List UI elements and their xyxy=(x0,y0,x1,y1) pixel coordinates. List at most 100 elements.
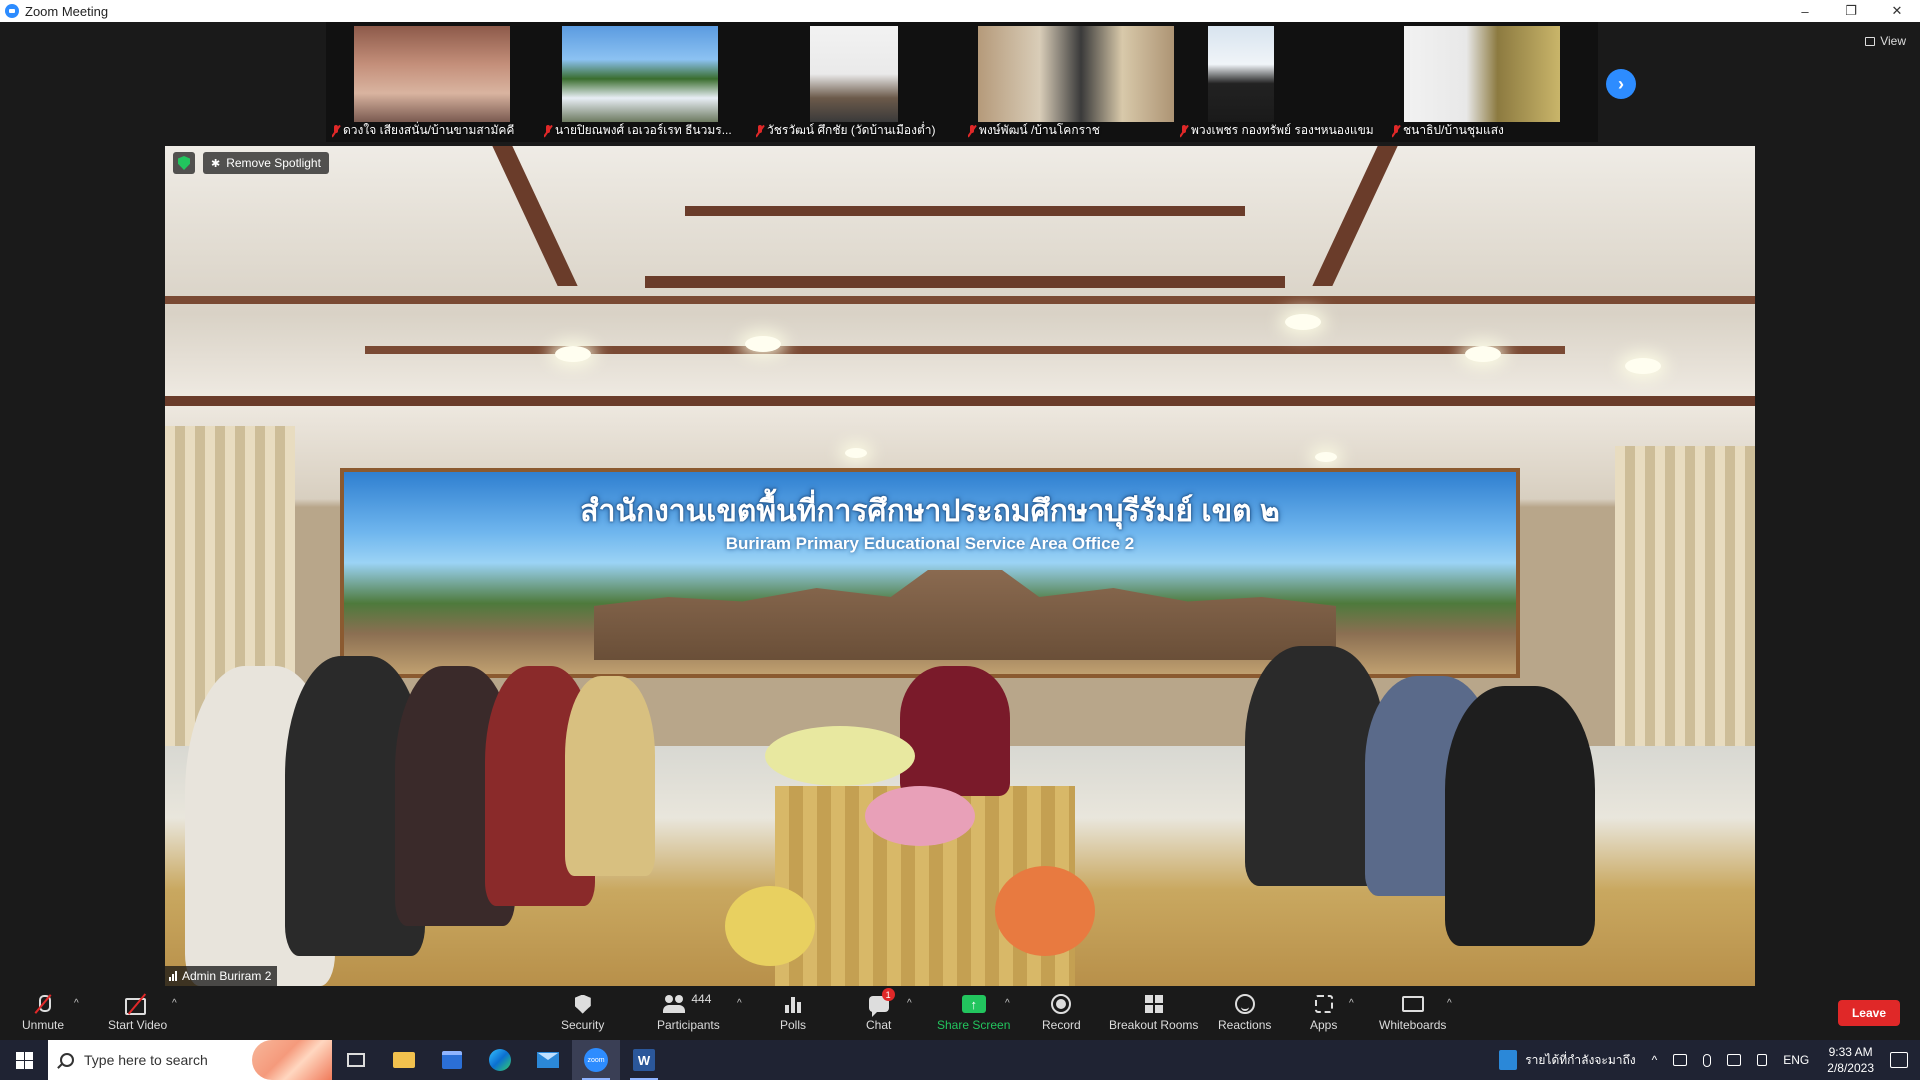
ceiling-beam xyxy=(685,206,1245,216)
mic-muted-icon xyxy=(756,124,764,137)
chat-button[interactable]: 1 Chat xyxy=(866,988,895,1032)
flower-arrangement xyxy=(865,786,975,846)
edge-browser-icon xyxy=(489,1049,511,1071)
zoom-icon: zoom xyxy=(584,1048,608,1072)
record-label: Record xyxy=(1042,1018,1081,1032)
participant-thumbnail[interactable]: พงษ์พัฒน์ /บ้านโคกราช xyxy=(962,22,1174,142)
participant-name: วัชรวัฒน์ ศึกชัย (วัดบ้านเมืองต่ำ) xyxy=(767,123,936,137)
whiteboards-button[interactable]: Whiteboards xyxy=(1379,992,1446,1032)
ceiling-light xyxy=(1465,346,1501,362)
video-options-caret[interactable]: ^ xyxy=(172,998,177,1009)
clock-date: 2/8/2023 xyxy=(1827,1061,1874,1075)
view-button[interactable]: View xyxy=(1865,34,1906,48)
whiteboards-label: Whiteboards xyxy=(1379,1018,1447,1032)
ceiling-beam xyxy=(165,296,1755,304)
mic-muted-icon xyxy=(332,124,340,137)
participants-button[interactable]: 444 Participants xyxy=(657,992,720,1032)
word-taskbar-button[interactable]: W xyxy=(620,1040,668,1080)
participant-thumbnail[interactable]: ชนาธิป/บ้านชุมแสง xyxy=(1386,22,1598,142)
ceiling-light xyxy=(845,448,867,458)
apps-options-caret[interactable]: ^ xyxy=(1349,998,1354,1009)
mic-muted-icon xyxy=(33,994,53,1014)
leave-button[interactable]: Leave xyxy=(1837,1000,1900,1026)
unmute-label: Unmute xyxy=(22,1018,65,1032)
record-icon xyxy=(1051,994,1072,1014)
participant-name: ชนาธิป/บ้านชุมแสง xyxy=(1403,123,1504,137)
polls-button[interactable]: Polls xyxy=(780,992,806,1032)
chat-options-caret[interactable]: ^ xyxy=(907,998,912,1009)
reactions-label: Reactions xyxy=(1218,1018,1272,1032)
spotlight-video[interactable]: สำนักงานเขตพื้นที่การศึกษาประถมศึกษาบุรี… xyxy=(165,146,1755,986)
participant-thumbnail[interactable]: วัชรวัฒน์ ศึกชัย (วัดบ้านเมืองต่ำ) xyxy=(750,22,962,142)
mic-muted-icon xyxy=(968,124,976,137)
remove-spotlight-label: Remove Spotlight xyxy=(226,156,321,170)
attendee xyxy=(900,666,1010,796)
breakout-rooms-label: Breakout Rooms xyxy=(1109,1018,1199,1032)
mic-muted-icon xyxy=(1180,124,1188,137)
breakout-rooms-button[interactable]: Breakout Rooms xyxy=(1109,992,1198,1032)
mic-muted-icon xyxy=(1392,124,1400,137)
record-button[interactable]: Record xyxy=(1042,992,1081,1032)
participant-thumbnail[interactable]: พวงเพชร กองทรัพย์ รองฯหนองแขม xyxy=(1174,22,1386,142)
task-view-icon xyxy=(347,1053,365,1067)
volume-muted-icon xyxy=(1757,1054,1768,1066)
reactions-button[interactable]: Reactions xyxy=(1218,992,1271,1032)
unmute-button[interactable]: Unmute xyxy=(22,992,64,1032)
minimize-button[interactable]: – xyxy=(1782,0,1828,22)
whiteboards-options-caret[interactable]: ^ xyxy=(1447,998,1452,1009)
share-screen-label: Share Screen xyxy=(937,1018,1011,1032)
participants-icon xyxy=(663,995,687,1013)
news-icon xyxy=(1499,1050,1518,1070)
notifications-icon[interactable] xyxy=(1890,1052,1908,1068)
clock[interactable]: 9:33 AM 2/8/2023 xyxy=(1817,1044,1884,1076)
start-button[interactable] xyxy=(0,1040,48,1080)
network-button[interactable] xyxy=(1719,1040,1749,1080)
start-video-button[interactable]: Start Video xyxy=(108,992,167,1032)
participant-video xyxy=(562,26,718,122)
participant-video xyxy=(810,26,898,122)
participant-thumbnail[interactable]: ดวงใจ เสียงสนั่น/บ้านขามสามัคคี xyxy=(326,22,538,142)
taskbar-search[interactable]: Type here to search xyxy=(48,1040,332,1080)
encryption-badge[interactable] xyxy=(173,152,195,174)
participant-video xyxy=(1208,26,1274,122)
participant-name: พวงเพชร กองทรัพย์ รองฯหนองแขม xyxy=(1191,123,1374,137)
participants-options-caret[interactable]: ^ xyxy=(737,998,742,1009)
folder-icon xyxy=(393,1052,415,1068)
participant-name: ดวงใจ เสียงสนั่น/บ้านขามสามัคคี xyxy=(343,123,515,137)
backdrop-banner: สำนักงานเขตพื้นที่การศึกษาประถมศึกษาบุรี… xyxy=(340,468,1520,678)
close-button[interactable]: ✕ xyxy=(1874,0,1920,22)
share-options-caret[interactable]: ^ xyxy=(1005,998,1010,1009)
ceiling-beam xyxy=(645,276,1285,288)
chat-unread-badge: 1 xyxy=(881,988,895,1001)
show-hidden-icons-button[interactable]: ^ xyxy=(1644,1040,1666,1080)
apps-button[interactable]: Apps xyxy=(1310,992,1337,1032)
volume-button[interactable] xyxy=(1749,1040,1775,1080)
meet-now-button[interactable] xyxy=(1665,1040,1695,1080)
restore-button[interactable]: ❐ xyxy=(1828,0,1874,22)
start-video-label: Start Video xyxy=(108,1018,168,1032)
participant-thumbnail[interactable]: นายปิยณพงศ์ เอเวอร์เรท ธีนวมร... xyxy=(538,22,750,142)
apps-label: Apps xyxy=(1310,1018,1338,1032)
remove-spotlight-button[interactable]: ✱ Remove Spotlight xyxy=(203,152,329,174)
share-screen-button[interactable]: ↑ Share Screen xyxy=(937,992,1010,1032)
microphone-tray-button[interactable] xyxy=(1695,1040,1719,1080)
zoom-taskbar-button[interactable]: zoom xyxy=(572,1040,620,1080)
participant-video xyxy=(354,26,510,122)
camera-off-icon xyxy=(124,995,151,1015)
windows-taskbar: Type here to search zoom W รายได้ที่กำลั… xyxy=(0,1040,1920,1080)
security-button[interactable]: Security xyxy=(561,992,604,1032)
news-widget[interactable]: รายได้ที่กำลังจะมาถึง xyxy=(1491,1040,1643,1080)
language-indicator[interactable]: ENG xyxy=(1775,1040,1817,1080)
next-page-button[interactable]: › xyxy=(1606,69,1636,99)
search-icon xyxy=(60,1053,74,1067)
ceiling-beam xyxy=(165,396,1755,406)
share-screen-icon: ↑ xyxy=(961,995,986,1013)
file-explorer-button[interactable] xyxy=(380,1040,428,1080)
audio-options-caret[interactable]: ^ xyxy=(74,998,79,1009)
store-button[interactable] xyxy=(428,1040,476,1080)
mail-button[interactable] xyxy=(524,1040,572,1080)
temple-artwork xyxy=(594,570,1336,660)
mic-muted-icon xyxy=(544,124,552,137)
edge-button[interactable] xyxy=(476,1040,524,1080)
task-view-button[interactable] xyxy=(332,1040,380,1080)
